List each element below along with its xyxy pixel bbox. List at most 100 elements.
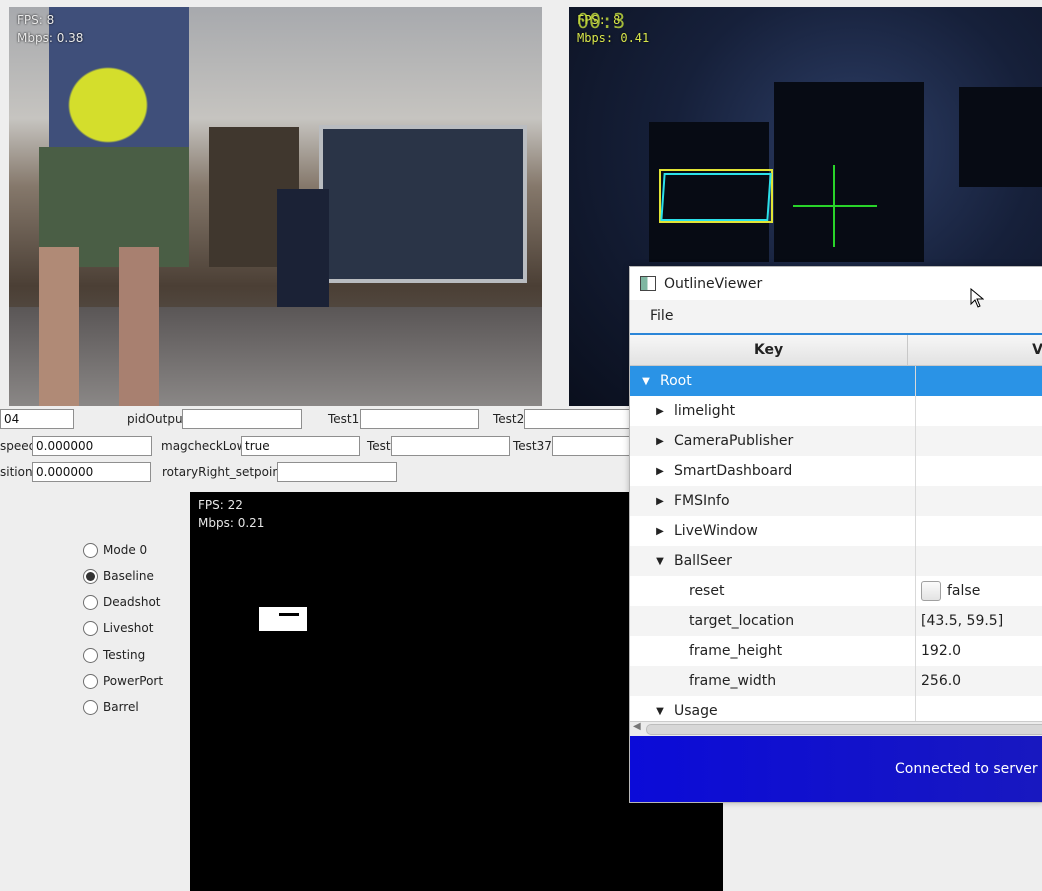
test1-label: Test1 — [328, 412, 360, 426]
triangle-right-icon[interactable]: ▶ — [653, 406, 667, 417]
row-key: reset — [689, 583, 725, 599]
pidoutput-input[interactable] — [182, 409, 302, 429]
row-value — [916, 396, 1042, 426]
triangle-right-icon[interactable]: ▶ — [653, 496, 667, 507]
test37-label: Test37 — [513, 439, 552, 453]
tree-row-reset[interactable]: reset false — [630, 576, 1042, 606]
mbps-readout: Mbps: 0.21 — [198, 516, 265, 530]
row-value[interactable]: 192.0 — [916, 636, 1042, 666]
radio-testing[interactable]: Testing — [83, 645, 145, 665]
triangle-down-icon[interactable]: ▼ — [653, 706, 667, 717]
tree-row-fmsinfo[interactable]: ▶ FMSInfo — [630, 486, 1042, 516]
test1-input[interactable] — [360, 409, 479, 429]
connection-status-text: Connected to server at — [895, 761, 1042, 777]
camera-stats: FPS: 22 Mbps: 0.21 — [198, 496, 264, 532]
tree-row-smartdashboard[interactable]: ▶ SmartDashboard — [630, 456, 1042, 486]
row-key: Root — [660, 373, 692, 389]
triangle-right-icon[interactable]: ▶ — [653, 526, 667, 537]
checkbox[interactable] — [921, 581, 941, 601]
speed-label: speed — [0, 439, 37, 453]
speed-input[interactable]: 0.000000 — [32, 436, 152, 456]
row-key: limelight — [674, 403, 736, 419]
outline-viewer-app-icon — [640, 276, 656, 291]
row-key: Usage — [674, 703, 718, 719]
radio-label: PowerPort — [103, 674, 164, 688]
row-key: LiveWindow — [674, 523, 758, 539]
radio-label: Mode 0 — [103, 543, 148, 557]
tree-row-limelight[interactable]: ▶ limelight — [630, 396, 1042, 426]
triangle-down-icon[interactable]: ▼ — [639, 376, 653, 387]
row-value — [916, 366, 1042, 396]
camera-feed-front: FPS: 8 Mbps: 0.38 — [9, 7, 542, 406]
row-value — [916, 546, 1042, 576]
row-value[interactable]: [43.5, 59.5] — [916, 606, 1042, 636]
radio-mode-0[interactable]: Mode 0 — [83, 540, 147, 560]
row-key: CameraPublisher — [674, 433, 794, 449]
test37-input[interactable] — [552, 436, 632, 456]
row-value — [916, 426, 1042, 456]
position-label: sition — [0, 465, 33, 479]
row-key: target_location — [689, 613, 795, 629]
radio-button-icon[interactable] — [83, 647, 98, 663]
fps-readout: FPS: 22 — [198, 498, 243, 512]
row-value[interactable]: 256.0 — [916, 666, 1042, 696]
tree-row-frame-width[interactable]: frame_width 256.0 — [630, 666, 1042, 696]
tree-row-frame-height[interactable]: frame_height 192.0 — [630, 636, 1042, 666]
radio-powerport[interactable]: PowerPort — [83, 671, 163, 691]
scroll-left-icon[interactable]: ◀ — [633, 721, 641, 732]
radio-label: Barrel — [103, 700, 139, 714]
window-title: OutlineViewer — [664, 275, 763, 292]
test2-input[interactable] — [524, 409, 634, 429]
test2-label: Test2 — [493, 412, 525, 426]
outline-viewer-window: OutlineViewer File Key V ▼ Root ▶ limeligh… — [629, 266, 1042, 803]
network-table-tree[interactable]: Key V ▼ Root ▶ limelight ▶ CameraPublisher … — [630, 333, 1042, 735]
radio-button-icon[interactable] — [83, 542, 98, 558]
row-value: false — [947, 583, 981, 599]
mouse-pointer-icon — [970, 288, 984, 308]
position-input[interactable]: 0.000000 — [32, 462, 151, 482]
field-04-input[interactable]: 04 — [0, 409, 74, 429]
triangle-right-icon[interactable]: ▶ — [653, 436, 667, 447]
vision-overlay-text: 00:3 — [577, 9, 626, 33]
radio-label: Liveshot — [103, 621, 154, 635]
magchecklow-input[interactable]: true — [241, 436, 360, 456]
tree-row-camerapublisher[interactable]: ▶ CameraPublisher — [630, 426, 1042, 456]
test-label: Test — [367, 439, 391, 453]
row-key: frame_width — [689, 673, 777, 689]
camera-stats: FPS: 8 Mbps: 0.38 — [17, 11, 83, 47]
triangle-down-icon[interactable]: ▼ — [653, 556, 667, 567]
column-header-key[interactable]: Key — [630, 335, 909, 365]
menu-file[interactable]: File — [650, 308, 673, 324]
fps-readout: FPS: 8 — [17, 13, 55, 27]
mbps-readout: Mbps: 0.38 — [17, 31, 84, 45]
radio-button-icon[interactable] — [83, 594, 98, 610]
radio-barrel[interactable]: Barrel — [83, 697, 139, 717]
tree-row-livewindow[interactable]: ▶ LiveWindow — [630, 516, 1042, 546]
radio-button-icon[interactable] — [83, 673, 98, 689]
connection-status-bar: Connected to server at — [630, 736, 1042, 802]
radio-baseline[interactable]: Baseline — [83, 566, 154, 586]
row-key: BallSeer — [674, 553, 732, 569]
tree-row-root[interactable]: ▼ Root — [630, 366, 1042, 396]
horizontal-scrollbar[interactable]: ◀ — [630, 721, 1042, 736]
row-value — [916, 486, 1042, 516]
radio-button-icon[interactable] — [83, 620, 98, 636]
radio-button-icon[interactable] — [83, 699, 98, 715]
target-contour — [660, 173, 772, 221]
radio-label: Testing — [103, 648, 146, 662]
tree-row-target-location[interactable]: target_location [43.5, 59.5] — [630, 606, 1042, 636]
scrollbar-thumb[interactable] — [646, 724, 1042, 735]
rotaryright-setpoint-label: rotaryRight_setpoint — [162, 465, 285, 479]
row-value — [916, 456, 1042, 486]
radio-liveshot[interactable]: Liveshot — [83, 618, 153, 638]
rotaryright-setpoint-input[interactable] — [277, 462, 397, 482]
radio-button-selected-icon[interactable] — [83, 568, 98, 584]
radio-deadshot[interactable]: Deadshot — [83, 592, 161, 612]
table-header: Key V — [630, 335, 1042, 366]
triangle-right-icon[interactable]: ▶ — [653, 466, 667, 477]
pidoutput-label: pidOutput — [127, 412, 188, 426]
test-input[interactable] — [391, 436, 510, 456]
column-header-value[interactable]: V — [908, 335, 1042, 365]
tree-row-ballseer[interactable]: ▼ BallSeer — [630, 546, 1042, 576]
row-value — [916, 516, 1042, 546]
